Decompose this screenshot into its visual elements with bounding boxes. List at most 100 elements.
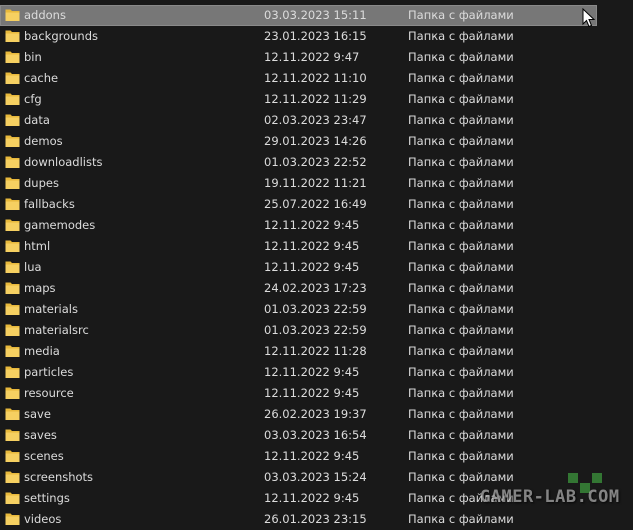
list-item[interactable]: html 12.11.2022 9:45 Папка с файлами <box>0 236 597 257</box>
list-item[interactable]: lua 12.11.2022 9:45 Папка с файлами <box>0 257 597 278</box>
list-item[interactable]: settings 12.11.2022 9:45 Папка с файлами <box>0 488 597 509</box>
list-item[interactable]: data 02.03.2023 23:47 Папка с файлами <box>0 110 597 131</box>
folder-icon <box>5 429 20 441</box>
item-type: Папка с файлами <box>408 29 514 43</box>
item-name: addons <box>24 8 66 22</box>
item-name: gamemodes <box>24 218 96 232</box>
folder-icon <box>5 240 20 252</box>
item-name: dupes <box>24 176 59 190</box>
folder-icon <box>5 492 20 504</box>
item-name: lua <box>24 260 42 274</box>
list-item[interactable]: particles 12.11.2022 9:45 Папка с файлами <box>0 362 597 383</box>
item-name: media <box>24 344 60 358</box>
folder-icon <box>5 513 20 525</box>
list-item[interactable]: scenes 12.11.2022 9:45 Папка с файлами <box>0 446 597 467</box>
folder-icon <box>5 198 20 210</box>
item-type: Папка с файлами <box>408 260 514 274</box>
item-type: Папка с файлами <box>408 92 514 106</box>
item-date-modified: 12.11.2022 9:45 <box>264 491 360 505</box>
list-item[interactable]: cfg 12.11.2022 11:29 Папка с файлами <box>0 89 597 110</box>
item-type: Папка с файлами <box>408 113 514 127</box>
item-name: videos <box>24 512 62 526</box>
list-item[interactable]: media 12.11.2022 11:28 Папка с файлами <box>0 341 597 362</box>
list-item[interactable]: gamemodes 12.11.2022 9:45 Папка с файлами <box>0 215 597 236</box>
item-name: particles <box>24 365 74 379</box>
item-name: maps <box>24 281 56 295</box>
item-type: Папка с файлами <box>408 512 514 526</box>
item-type: Папка с файлами <box>408 344 514 358</box>
folder-icon <box>5 387 20 399</box>
folder-icon <box>5 72 20 84</box>
folder-icon <box>5 219 20 231</box>
item-name: resource <box>24 386 74 400</box>
item-type: Папка с файлами <box>408 239 514 253</box>
item-date-modified: 24.02.2023 17:23 <box>264 281 367 295</box>
folder-icon <box>5 30 20 42</box>
list-item[interactable]: saves 03.03.2023 16:54 Папка с файлами <box>0 425 597 446</box>
list-item[interactable]: downloadlists 01.03.2023 22:52 Папка с фай… <box>0 152 597 173</box>
file-list: addons 03.03.2023 15:11 Папка с файлами bac… <box>0 5 633 530</box>
item-date-modified: 03.03.2023 15:11 <box>264 8 367 22</box>
item-type: Папка с файлами <box>408 176 514 190</box>
item-name: data <box>24 113 50 127</box>
item-name: html <box>24 239 51 253</box>
item-name: saves <box>24 428 57 442</box>
item-date-modified: 01.03.2023 22:59 <box>264 302 367 316</box>
item-date-modified: 12.11.2022 9:45 <box>264 239 360 253</box>
folder-icon <box>5 93 20 105</box>
folder-icon <box>5 261 20 273</box>
item-name: cache <box>24 71 59 85</box>
list-item[interactable]: dupes 19.11.2022 11:21 Папка с файлами <box>0 173 597 194</box>
list-item[interactable]: materialsrc 01.03.2023 22:59 Папка с файла… <box>0 320 597 341</box>
item-type: Папка с файлами <box>408 491 514 505</box>
list-item[interactable]: screenshots 03.03.2023 15:24 Папка с файла… <box>0 467 597 488</box>
folder-icon <box>5 156 20 168</box>
item-date-modified: 01.03.2023 22:59 <box>264 323 367 337</box>
list-item[interactable]: videos 26.01.2023 23:15 Папка с файлами <box>0 509 597 530</box>
item-date-modified: 02.03.2023 23:47 <box>264 113 367 127</box>
item-type: Папка с файлами <box>408 407 514 421</box>
item-name: screenshots <box>24 470 94 484</box>
item-type: Папка с файлами <box>408 50 514 64</box>
item-date-modified: 12.11.2022 9:47 <box>264 50 360 64</box>
item-type: Папка с файлами <box>408 71 514 85</box>
list-item[interactable]: backgrounds 23.01.2023 16:15 Папка с файла… <box>0 26 597 47</box>
folder-icon <box>5 177 20 189</box>
folder-icon <box>5 282 20 294</box>
list-item[interactable]: save 26.02.2023 19:37 Папка с файлами <box>0 404 597 425</box>
list-item[interactable]: resource 12.11.2022 9:45 Папка с файлами <box>0 383 597 404</box>
list-item[interactable]: addons 03.03.2023 15:11 Папка с файлами <box>0 5 597 26</box>
list-item[interactable]: bin 12.11.2022 9:47 Папка с файлами <box>0 47 597 68</box>
item-name: bin <box>24 50 42 64</box>
item-type: Папка с файлами <box>408 386 514 400</box>
folder-icon <box>5 450 20 462</box>
list-item[interactable]: maps 24.02.2023 17:23 Папка с файлами <box>0 278 597 299</box>
item-date-modified: 25.07.2022 16:49 <box>264 197 367 211</box>
item-date-modified: 12.11.2022 9:45 <box>264 386 360 400</box>
item-date-modified: 12.11.2022 11:29 <box>264 92 367 106</box>
item-date-modified: 12.11.2022 11:28 <box>264 344 367 358</box>
item-date-modified: 29.01.2023 14:26 <box>264 134 367 148</box>
folder-icon <box>5 408 20 420</box>
folder-icon <box>5 303 20 315</box>
folder-icon <box>5 9 20 21</box>
folder-icon <box>5 471 20 483</box>
folder-icon <box>5 51 20 63</box>
item-date-modified: 12.11.2022 9:45 <box>264 365 360 379</box>
list-item[interactable]: cache 12.11.2022 11:10 Папка с файлами <box>0 68 597 89</box>
item-name: scenes <box>24 449 64 463</box>
folder-icon <box>5 135 20 147</box>
item-name: downloadlists <box>24 155 103 169</box>
list-item[interactable]: materials 01.03.2023 22:59 Папка с файлами <box>0 299 597 320</box>
item-name: settings <box>24 491 70 505</box>
item-type: Папка с файлами <box>408 323 514 337</box>
item-date-modified: 12.11.2022 9:45 <box>264 218 360 232</box>
item-date-modified: 03.03.2023 16:54 <box>264 428 367 442</box>
item-name: fallbacks <box>24 197 75 211</box>
list-item[interactable]: fallbacks 25.07.2022 16:49 Папка с файлами <box>0 194 597 215</box>
item-type: Папка с файлами <box>408 281 514 295</box>
item-name: backgrounds <box>24 29 99 43</box>
list-item[interactable]: demos 29.01.2023 14:26 Папка с файлами <box>0 131 597 152</box>
mouse-pointer-icon <box>582 8 596 28</box>
item-name: save <box>24 407 51 421</box>
